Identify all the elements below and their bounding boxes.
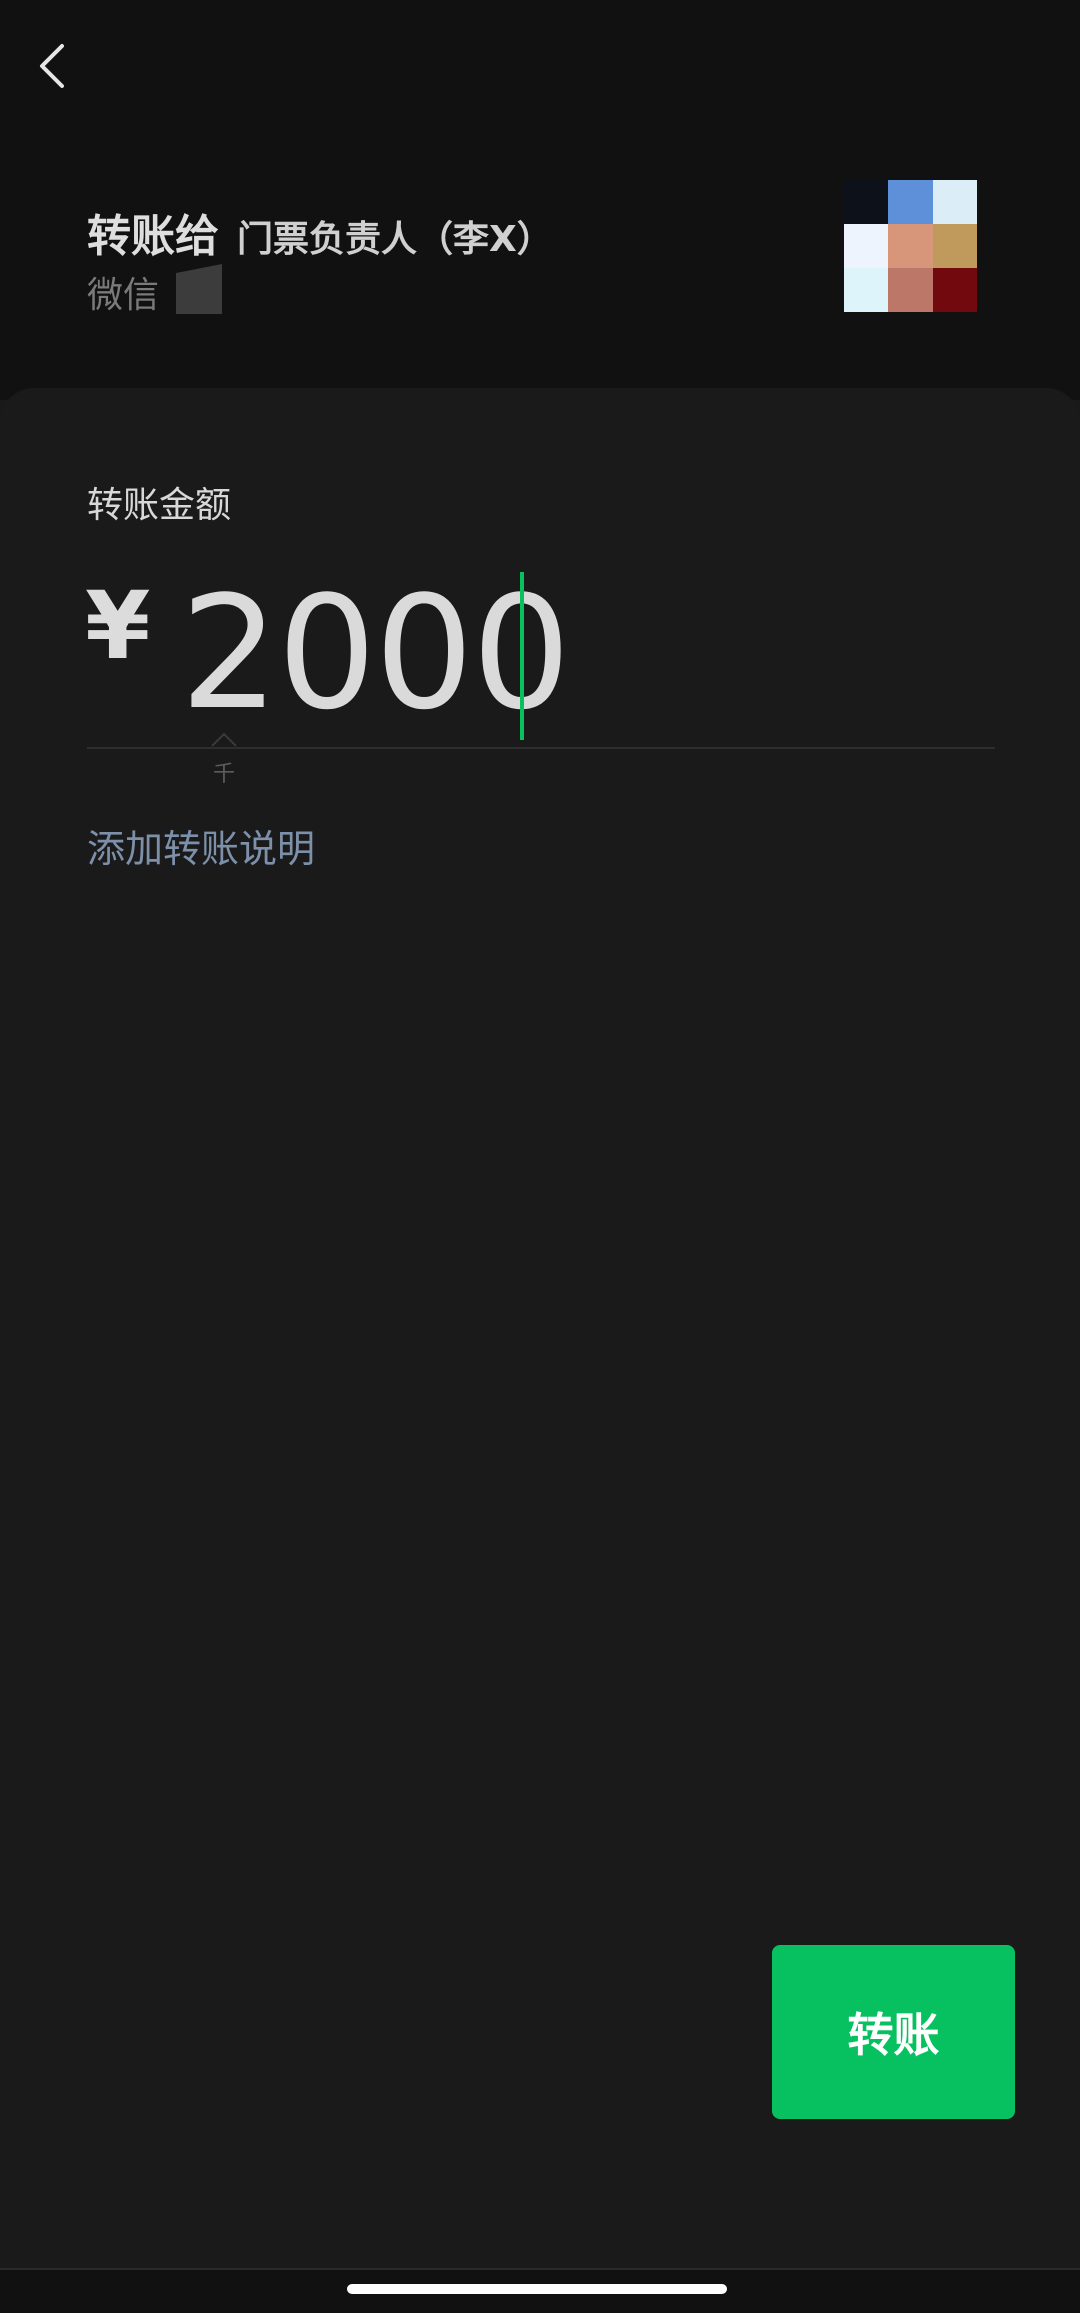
avatar-tile xyxy=(932,180,977,224)
avatar-tile xyxy=(932,268,977,312)
transfer-to-label: 转账给 xyxy=(87,211,219,262)
text-caret xyxy=(520,572,524,740)
chevron-left-icon xyxy=(40,44,64,88)
wechat-id-redacted xyxy=(176,264,222,314)
home-indicator[interactable] xyxy=(347,2284,727,2294)
transfer-button[interactable]: 转账 xyxy=(772,1945,1015,2119)
add-note-link[interactable]: 添加转账说明 xyxy=(87,818,315,873)
amount-label: 转账金额 xyxy=(87,485,232,526)
unit-hint: 千 xyxy=(213,762,236,787)
recipient-block: 转账给 门票负责人（李X） xyxy=(87,200,553,264)
recipient-name: 门票负责人（李X） xyxy=(237,219,553,260)
unit-tip-arrow xyxy=(211,732,237,747)
wechat-id-label: 微信 xyxy=(87,275,160,316)
currency-symbol: ¥ xyxy=(85,572,151,681)
header: 转账给 门票负责人（李X） 微信 xyxy=(0,0,1080,400)
amount-underline xyxy=(87,747,995,749)
avatar-tile xyxy=(888,268,933,312)
avatar-tile xyxy=(844,224,889,268)
avatar xyxy=(844,180,977,312)
avatar-tile xyxy=(844,268,889,312)
amount-input[interactable]: 2000 xyxy=(180,575,571,731)
avatar-tile xyxy=(888,224,933,268)
avatar-tile xyxy=(844,180,889,224)
back-button[interactable] xyxy=(28,36,78,96)
avatar-tile xyxy=(932,224,977,268)
avatar-tile xyxy=(888,180,933,224)
